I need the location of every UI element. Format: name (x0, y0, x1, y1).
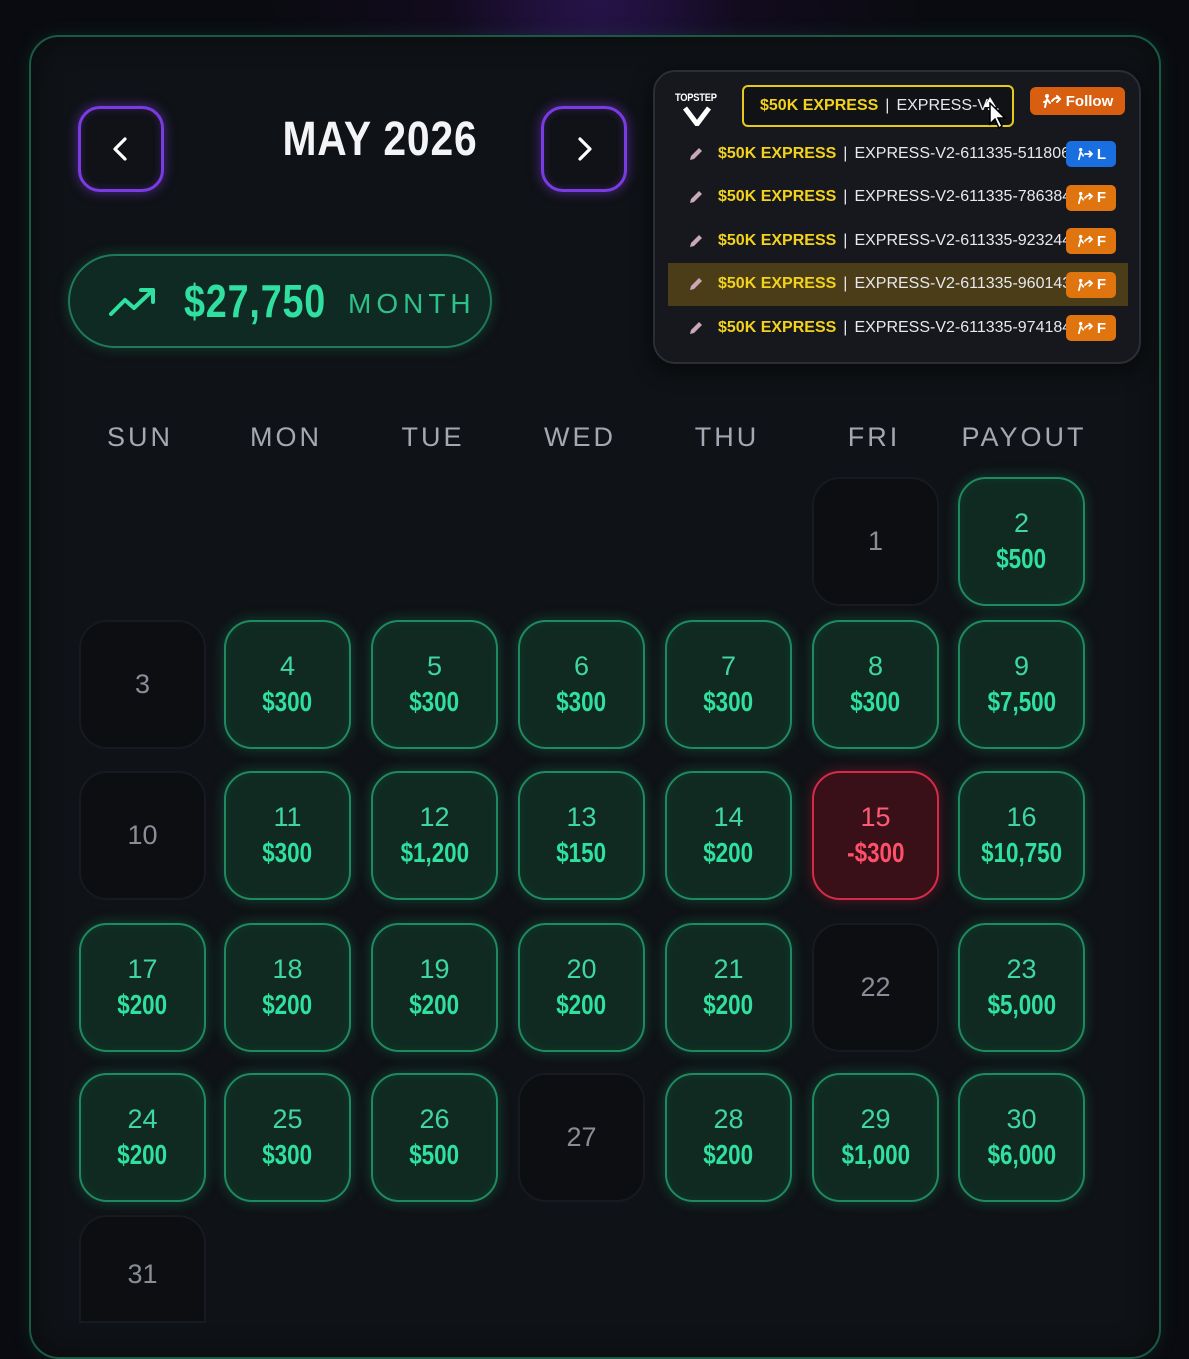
day-cell-4[interactable]: 4 $300 (224, 620, 351, 749)
pencil-icon[interactable] (688, 233, 704, 249)
day-cell-30[interactable]: 30 $6,000 (958, 1073, 1085, 1202)
mouse-cursor-icon (989, 102, 1007, 130)
day-cell-23[interactable]: 23 $5,000 (958, 923, 1085, 1052)
account-list: $50K EXPRESS | EXPRESS-V2-611335-5118061… (668, 132, 1128, 350)
day-cell-31[interactable]: 31 (79, 1215, 206, 1323)
follower-badge: F (1066, 228, 1116, 254)
follow-button[interactable]: Follow (1030, 87, 1125, 115)
chevron-right-icon (578, 137, 592, 161)
weekday-wed: WED (544, 422, 616, 452)
day-cell-6[interactable]: 6 $300 (518, 620, 645, 749)
account-row[interactable]: $50K EXPRESS | EXPRESS-V2-611335-5118061… (668, 132, 1128, 176)
weekday-tue: TUE (401, 422, 465, 452)
day-cell-20[interactable]: 20 $200 (518, 923, 645, 1052)
prev-month-button[interactable] (78, 106, 164, 192)
day-cell-24[interactable]: 24 $200 (79, 1073, 206, 1202)
follower-badge: F (1066, 184, 1116, 211)
weekday-fri: FRI (847, 422, 901, 452)
day-cell-26[interactable]: 26 $500 (371, 1073, 498, 1202)
month-total-unit: MONTH (348, 288, 476, 319)
walk-arrow-icon (1077, 147, 1094, 161)
next-month-button[interactable] (541, 106, 627, 192)
day-cell-10[interactable]: 10 (79, 771, 206, 900)
day-cell-2[interactable]: 2 $500 (958, 477, 1085, 606)
day-cell-1[interactable]: 1 (812, 477, 939, 606)
day-cell-19[interactable]: 19 $200 (371, 923, 498, 1052)
day-cell-5[interactable]: 5 $300 (371, 620, 498, 749)
weekday-sun: SUN (106, 422, 173, 452)
day-cell-8[interactable]: 8 $300 (812, 620, 939, 749)
pencil-icon[interactable] (688, 146, 704, 162)
account-row-highlighted[interactable]: $50K EXPRESS | EXPRESS-V2-611335-9601430… (668, 262, 1128, 306)
day-cell-11[interactable]: 11 $300 (224, 771, 351, 900)
month-total-amount: $27,750 (184, 275, 327, 327)
trending-up-icon (109, 288, 155, 316)
account-row[interactable]: $50K EXPRESS | EXPRESS-V2-611335-9232449… (668, 219, 1128, 263)
day-cell-18[interactable]: 18 $200 (224, 923, 351, 1052)
day-cell-28[interactable]: 28 $200 (665, 1073, 792, 1202)
account-row[interactable]: $50K EXPRESS | EXPRESS-V2-611335-9741849… (668, 306, 1128, 350)
day-cell-17[interactable]: 17 $200 (79, 923, 206, 1052)
topstep-logo: TOPSTEP (675, 92, 721, 130)
day-cell-12[interactable]: 12 $1,200 (371, 771, 498, 900)
day-cell-3[interactable]: 3 (79, 620, 206, 749)
month-title: MAY 2026 (282, 113, 478, 166)
day-cell-27[interactable]: 27 (518, 1073, 645, 1202)
follower-badge: F (1066, 315, 1116, 341)
day-cell-25[interactable]: 25 $300 (224, 1073, 351, 1202)
day-cell-14[interactable]: 14 $200 (665, 771, 792, 900)
follow-icon (1077, 321, 1094, 335)
account-row[interactable]: $50K EXPRESS | EXPRESS-V2-611335-7863845… (668, 176, 1128, 220)
month-total-badge: $27,750 MONTH (68, 254, 492, 348)
follow-icon (1077, 234, 1094, 248)
weekday-mon: MON (250, 422, 322, 452)
weekday-payout: PAYOUT (961, 422, 1087, 452)
day-cell-22[interactable]: 22 (812, 923, 939, 1052)
day-cell-13[interactable]: 13 $150 (518, 771, 645, 900)
weekday-thu: THU (694, 422, 760, 452)
day-cell-7[interactable]: 7 $300 (665, 620, 792, 749)
pencil-icon[interactable] (688, 320, 704, 336)
pencil-icon[interactable] (688, 276, 704, 292)
account-dropdown[interactable]: $50K EXPRESS | EXPRESS-V... (742, 85, 1014, 127)
day-cell-15[interactable]: 15 -$300 (812, 771, 939, 900)
follower-badge: F (1066, 271, 1116, 298)
day-cell-9[interactable]: 9 $7,500 (958, 620, 1085, 749)
follow-icon (1042, 94, 1062, 108)
follow-icon (1077, 278, 1094, 291)
pencil-icon[interactable] (688, 189, 704, 205)
follow-icon (1077, 191, 1094, 204)
day-cell-16[interactable]: 16 $10,750 (958, 771, 1085, 900)
day-cell-29[interactable]: 29 $1,000 (812, 1073, 939, 1202)
leader-badge: L (1066, 141, 1116, 167)
chevron-left-icon (113, 137, 127, 161)
day-cell-21[interactable]: 21 $200 (665, 923, 792, 1052)
selected-account-prefix: $50K EXPRESS (760, 97, 879, 114)
